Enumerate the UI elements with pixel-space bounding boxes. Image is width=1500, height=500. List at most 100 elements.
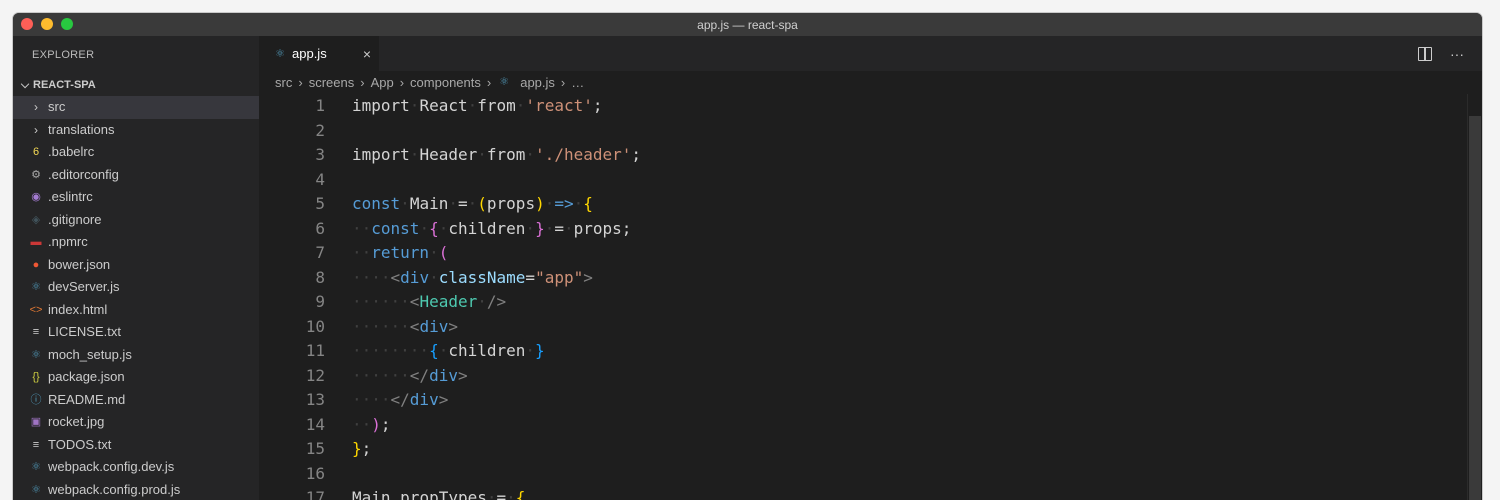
split-editor-icon[interactable] bbox=[1418, 46, 1432, 61]
scrollbar-thumb[interactable] bbox=[1469, 116, 1481, 500]
tree-file[interactable]: ≡ TODOS.txt bbox=[13, 434, 259, 457]
tree-item-label: devServer.js bbox=[48, 279, 120, 294]
code-token: { bbox=[515, 488, 526, 500]
line-number: 4 bbox=[315, 169, 325, 189]
line-source: ····</div> bbox=[352, 388, 448, 413]
code-token: Header bbox=[419, 145, 478, 164]
code-token: propTypes bbox=[400, 488, 487, 500]
code-editor[interactable]: 1 import·React·from·'react'; 2 3 import·Head… bbox=[259, 94, 1468, 500]
code-token: => bbox=[554, 194, 574, 213]
line-number: 16 bbox=[305, 463, 325, 483]
react-icon: ⚛ bbox=[31, 483, 41, 496]
code-token: ·· bbox=[352, 218, 372, 238]
code-line: 15}; bbox=[259, 437, 1468, 462]
tree-file[interactable]: ▬ .npmrc bbox=[13, 231, 259, 254]
more-actions-icon[interactable]: ··· bbox=[1450, 46, 1464, 62]
code-token: ········ bbox=[352, 341, 430, 360]
lines-icon: ≡ bbox=[32, 438, 40, 451]
traffic-lights bbox=[21, 18, 73, 30]
code-token: · bbox=[400, 194, 410, 213]
git-icon: ◈ bbox=[31, 213, 41, 226]
code-token: { bbox=[583, 194, 593, 213]
code-token: props bbox=[486, 194, 536, 213]
json-icon: {} bbox=[32, 371, 40, 383]
code-token: · bbox=[525, 145, 536, 164]
code-token: ; bbox=[592, 96, 603, 115]
tree-file[interactable]: ⚛ webpack.config.dev.js bbox=[13, 456, 259, 479]
tree-file[interactable]: ≡ LICENSE.txt bbox=[13, 321, 259, 344]
line-source: import·Header·from·'./header'; bbox=[352, 143, 641, 168]
code-token: div bbox=[400, 267, 430, 287]
code-token: div bbox=[409, 390, 439, 409]
tree-item-label: README.md bbox=[48, 391, 126, 407]
code-token: ) bbox=[371, 414, 381, 434]
code-token: · bbox=[544, 194, 555, 213]
breadcrumb-file[interactable]: app.js bbox=[520, 71, 555, 94]
code-token: · bbox=[419, 218, 430, 238]
code-line: 10 ······<div> bbox=[259, 315, 1468, 340]
tree-file[interactable]: <> index.html bbox=[13, 299, 259, 322]
code-token: > bbox=[583, 267, 593, 287]
tree-item-label: webpack.config.prod.js bbox=[48, 481, 181, 497]
line-number: 7 bbox=[315, 243, 325, 262]
code-token: </ bbox=[390, 390, 410, 409]
html-icon: <> bbox=[29, 303, 43, 316]
code-token: · bbox=[477, 145, 487, 164]
close-window-button[interactable] bbox=[21, 18, 33, 30]
minimize-window-button[interactable] bbox=[41, 18, 53, 30]
vertical-scrollbar[interactable] bbox=[1467, 94, 1482, 500]
react-icon: ⚛ bbox=[499, 76, 510, 88]
tree-item-label: LICENSE.txt bbox=[48, 324, 121, 339]
tab-app-js[interactable]: ⚛ app.js × bbox=[259, 36, 379, 71]
explorer-sidebar: EXPLORER ⌵ REACT-SPA › src › translations 6.… bbox=[13, 36, 259, 500]
tree-file[interactable]: ⚛ webpack.config.prod.js bbox=[13, 479, 259, 500]
code-line: 7 ··return·( bbox=[259, 241, 1468, 266]
breadcrumb-item[interactable]: components bbox=[410, 71, 481, 94]
code-token: · bbox=[438, 341, 449, 360]
line-source: Main.propTypes·=·{ bbox=[352, 486, 525, 500]
line-source: ··const·{·children·}·=·props; bbox=[352, 217, 631, 242]
tree-file[interactable]: ⚙ .editorconfig bbox=[13, 164, 259, 187]
tree-folder[interactable]: › src bbox=[13, 96, 259, 119]
tree-file[interactable]: {} package.json bbox=[13, 366, 259, 389]
tree-file[interactable]: ● bower.json bbox=[13, 254, 259, 277]
tree-file[interactable]: 6 .babelrc bbox=[13, 141, 259, 164]
breadcrumb-item[interactable]: screens bbox=[309, 71, 355, 94]
breadcrumb-item[interactable]: src bbox=[275, 71, 292, 94]
chevron-down-icon: ⌵ bbox=[20, 79, 30, 91]
line-number: 9 bbox=[315, 292, 325, 311]
line-number: 13 bbox=[305, 390, 325, 409]
line-number: 2 bbox=[315, 120, 325, 140]
code-line: 5 const·Main·=·(props)·=>·{ bbox=[259, 192, 1468, 217]
code-token: = bbox=[496, 488, 507, 500]
tree-file[interactable]: ⓘ README.md bbox=[13, 389, 259, 412]
zoom-window-button[interactable] bbox=[61, 18, 73, 30]
code-token: · bbox=[429, 243, 439, 262]
tree-file[interactable]: ◈ .gitignore bbox=[13, 209, 259, 232]
tree-file[interactable]: ▣ rocket.jpg bbox=[13, 411, 259, 434]
breadcrumb: src › screens › App › components › ⚛ app… bbox=[259, 71, 1482, 94]
tree-item-label: .eslintrc bbox=[48, 189, 93, 204]
tree-file[interactable]: ◉ .eslintrc bbox=[13, 186, 259, 209]
lines-icon: ≡ bbox=[32, 326, 40, 338]
line-number: 14 bbox=[305, 414, 325, 434]
tree-item-label: moch_setup.js bbox=[48, 346, 132, 362]
workspace-folder[interactable]: ⌵ REACT-SPA bbox=[13, 74, 259, 96]
code-token: children bbox=[448, 218, 526, 238]
code-token: props bbox=[573, 218, 622, 238]
breadcrumb-ellipsis[interactable]: … bbox=[571, 71, 584, 94]
tree-item-label: index.html bbox=[48, 301, 108, 317]
code-token: · bbox=[429, 267, 439, 287]
code-token: < bbox=[409, 292, 420, 311]
breadcrumb-item[interactable]: App bbox=[371, 71, 394, 94]
code-token: · bbox=[409, 96, 420, 115]
tree-file[interactable]: ⚛ devServer.js bbox=[13, 276, 259, 299]
editor-actions: ··· bbox=[1418, 36, 1464, 71]
tree-folder[interactable]: › translations bbox=[13, 119, 259, 142]
close-tab-icon[interactable]: × bbox=[363, 46, 371, 62]
code-line: 12 ······</div> bbox=[259, 364, 1468, 389]
tree-file[interactable]: ⚛ moch_setup.js bbox=[13, 344, 259, 367]
line-number: 10 bbox=[305, 316, 325, 336]
code-token: · bbox=[525, 218, 536, 238]
line-source: }; bbox=[352, 437, 371, 462]
